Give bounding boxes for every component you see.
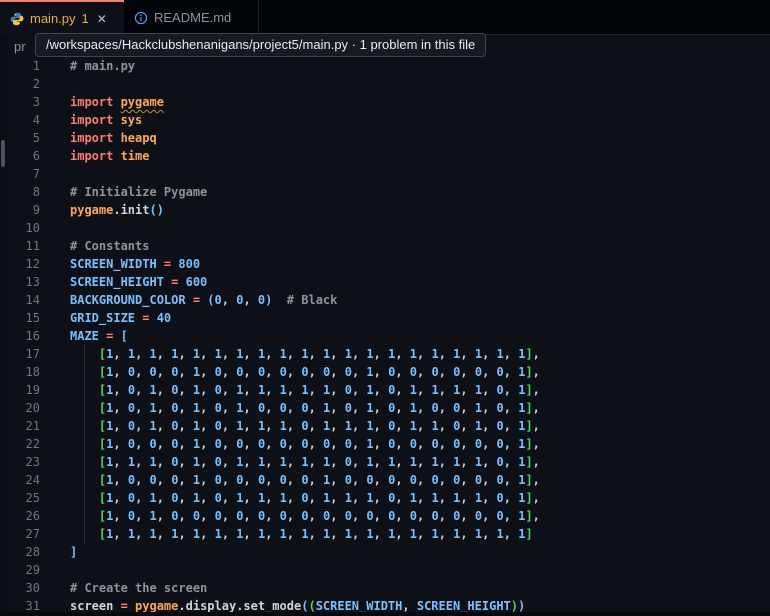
code-line[interactable]: 28] xyxy=(0,543,770,561)
code-line[interactable]: 19 [1, 0, 1, 0, 1, 0, 1, 1, 1, 1, 1, 0, … xyxy=(0,381,770,399)
code-line-content: [1, 1, 1, 0, 1, 0, 1, 1, 1, 1, 1, 0, 1, … xyxy=(46,453,770,471)
code-line-content: [1, 1, 1, 1, 1, 1, 1, 1, 1, 1, 1, 1, 1, … xyxy=(46,525,770,543)
code-line-content: [1, 1, 1, 1, 1, 1, 1, 1, 1, 1, 1, 1, 1, … xyxy=(46,345,770,363)
code-line[interactable]: 9pygame.init() xyxy=(0,201,770,219)
code-line-content: [1, 0, 0, 0, 1, 0, 0, 0, 0, 0, 0, 0, 1, … xyxy=(46,435,770,453)
left-scrollbar[interactable] xyxy=(0,36,7,616)
code-line[interactable]: 26 [1, 0, 1, 0, 0, 0, 0, 0, 0, 0, 0, 0, … xyxy=(0,507,770,525)
code-line[interactable]: 25 [1, 0, 1, 0, 1, 0, 1, 1, 1, 0, 1, 1, … xyxy=(0,489,770,507)
code-line-content: [1, 0, 1, 0, 1, 0, 1, 1, 1, 0, 1, 1, 1, … xyxy=(46,417,770,435)
code-line[interactable]: 11# Constants xyxy=(0,237,770,255)
code-line[interactable]: 5import heapq xyxy=(0,129,770,147)
code-line-content: # Create the screen xyxy=(46,579,770,597)
code-line[interactable]: 29 xyxy=(0,561,770,579)
code-line-content: [1, 0, 1, 0, 1, 0, 1, 1, 1, 1, 1, 0, 1, … xyxy=(46,381,770,399)
tab-readme-md[interactable]: README.md xyxy=(124,0,259,35)
code-line-content: import pygame xyxy=(46,93,770,111)
code-line[interactable]: 1# main.py xyxy=(0,57,770,75)
code-line-content: # Initialize Pygame xyxy=(46,183,770,201)
code-line-content: SCREEN_WIDTH = 800 xyxy=(46,255,770,273)
code-line[interactable]: 7 xyxy=(0,165,770,183)
code-line-content: # main.py xyxy=(46,57,770,75)
code-line[interactable]: 27 [1, 1, 1, 1, 1, 1, 1, 1, 1, 1, 1, 1, … xyxy=(0,525,770,543)
code-line-content: SCREEN_HEIGHT = 600 xyxy=(46,273,770,291)
code-line[interactable]: 16MAZE = [ xyxy=(0,327,770,345)
code-line-content: [1, 0, 0, 0, 1, 0, 0, 0, 0, 0, 1, 0, 0, … xyxy=(46,471,770,489)
code-line-content: MAZE = [ xyxy=(46,327,770,345)
code-line[interactable]: 21 [1, 0, 1, 0, 1, 0, 1, 1, 1, 0, 1, 1, … xyxy=(0,417,770,435)
close-icon[interactable]: ✕ xyxy=(97,12,107,26)
tab-problem-count: 1 xyxy=(82,11,89,26)
code-line-content: import heapq xyxy=(46,129,770,147)
tab-readme-md-label: README.md xyxy=(154,10,231,25)
code-line-content xyxy=(46,219,770,237)
file-path-tooltip: /workspaces/Hackclubshenanigans/project5… xyxy=(35,33,486,57)
code-line[interactable]: 12SCREEN_WIDTH = 800 xyxy=(0,255,770,273)
left-scrollbar-thumb[interactable] xyxy=(1,140,5,167)
code-line-content: [1, 0, 1, 0, 0, 0, 0, 0, 0, 0, 0, 0, 0, … xyxy=(46,507,770,525)
tab-main-py[interactable]: main.py 1 ✕ xyxy=(0,0,124,35)
code-line[interactable]: 24 [1, 0, 0, 0, 1, 0, 0, 0, 0, 0, 1, 0, … xyxy=(0,471,770,489)
tab-bar: main.py 1 ✕ README.md xyxy=(0,0,770,35)
code-line[interactable]: 14BACKGROUND_COLOR = (0, 0, 0) # Black xyxy=(0,291,770,309)
code-line-content: pygame.init() xyxy=(46,201,770,219)
code-line[interactable]: 2 xyxy=(0,75,770,93)
code-line[interactable]: 4import sys xyxy=(0,111,770,129)
code-line[interactable]: 10 xyxy=(0,219,770,237)
code-line[interactable]: 13SCREEN_HEIGHT = 600 xyxy=(0,273,770,291)
code-line-content: import time xyxy=(46,147,770,165)
code-line[interactable]: 6import time xyxy=(0,147,770,165)
code-line[interactable]: 18 [1, 0, 0, 0, 1, 0, 0, 0, 0, 0, 0, 0, … xyxy=(0,363,770,381)
code-line[interactable]: 15GRID_SIZE = 40 xyxy=(0,309,770,327)
code-line-content xyxy=(46,165,770,183)
breadcrumb[interactable]: pr xyxy=(14,39,26,57)
code-line[interactable]: 22 [1, 0, 0, 0, 1, 0, 0, 0, 0, 0, 0, 0, … xyxy=(0,435,770,453)
code-line[interactable]: 17 [1, 1, 1, 1, 1, 1, 1, 1, 1, 1, 1, 1, … xyxy=(0,345,770,363)
code-line-content: [1, 0, 1, 0, 1, 0, 1, 0, 0, 0, 1, 0, 1, … xyxy=(46,399,770,417)
code-line-content xyxy=(46,561,770,579)
code-line[interactable]: 23 [1, 1, 1, 0, 1, 0, 1, 1, 1, 1, 1, 0, … xyxy=(0,453,770,471)
code-line-content: ] xyxy=(46,543,770,561)
python-icon xyxy=(10,12,24,26)
code-line-content: [1, 0, 1, 0, 1, 0, 1, 1, 1, 0, 1, 1, 1, … xyxy=(46,489,770,507)
code-line-content: # Constants xyxy=(46,237,770,255)
code-line-content xyxy=(46,75,770,93)
bottom-edge xyxy=(0,612,770,616)
code-line-content: BACKGROUND_COLOR = (0, 0, 0) # Black xyxy=(46,291,770,309)
code-line[interactable]: 3import pygame xyxy=(0,93,770,111)
info-icon xyxy=(134,11,148,25)
code-line[interactable]: 30# Create the screen xyxy=(0,579,770,597)
code-line[interactable]: 20 [1, 0, 1, 0, 1, 0, 1, 0, 0, 0, 1, 0, … xyxy=(0,399,770,417)
code-line-content: GRID_SIZE = 40 xyxy=(46,309,770,327)
tab-main-py-label: main.py xyxy=(30,11,76,26)
code-editor[interactable]: 1# main.py23import pygame4import sys5imp… xyxy=(0,57,770,615)
code-line-content: [1, 0, 0, 0, 1, 0, 0, 0, 0, 0, 0, 0, 1, … xyxy=(46,363,770,381)
code-line[interactable]: 8# Initialize Pygame xyxy=(0,183,770,201)
code-line-content: import sys xyxy=(46,111,770,129)
